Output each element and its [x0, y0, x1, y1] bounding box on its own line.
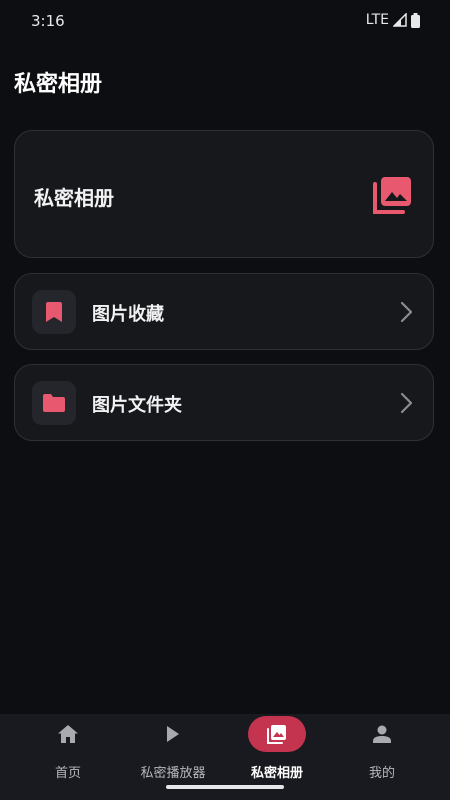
folder-icon: [43, 394, 65, 412]
page-title: 私密相册: [14, 72, 103, 97]
image-folder-row[interactable]: 图片文件夹: [14, 364, 434, 441]
nav-label-private-album: 私密相册: [250, 766, 303, 781]
bookmark-icon: [46, 302, 62, 322]
network-type: LTE: [365, 12, 389, 28]
battery-icon: [411, 12, 420, 28]
nav-label-me: 我的: [368, 766, 395, 781]
bookmark-icon-box: [32, 290, 76, 334]
photo-library-icon-wrap: [248, 716, 306, 752]
image-folder-label: 图片文件夹: [92, 395, 182, 416]
private-album-card[interactable]: 私密相册: [14, 130, 434, 258]
photo-library-icon: [373, 177, 411, 214]
nav-label-home: 首页: [54, 766, 81, 781]
play-icon-wrap: [144, 716, 202, 752]
chevron-right-icon: [400, 392, 413, 414]
private-album-label: 私密相册: [34, 186, 114, 210]
person-icon: [373, 725, 391, 743]
status-bar: 3:16 LTE: [0, 0, 450, 44]
home-icon: [58, 725, 78, 743]
image-favorites-row[interactable]: 图片收藏: [14, 273, 434, 350]
home-indicator[interactable]: [166, 785, 284, 789]
folder-icon-box: [32, 381, 76, 425]
home-icon-wrap: [39, 716, 97, 752]
signal-icon: [393, 13, 407, 27]
status-time: 3:16: [31, 12, 65, 30]
nav-tab-player[interactable]: 私密播放器: [117, 714, 229, 784]
nav-tab-private-album[interactable]: 私密相册: [221, 714, 333, 784]
play-icon: [167, 726, 179, 742]
photo-library-icon: [267, 725, 286, 744]
nav-tab-home[interactable]: 首页: [12, 714, 124, 784]
person-icon-wrap: [353, 716, 411, 752]
nav-label-player: 私密播放器: [140, 766, 206, 781]
image-favorites-label: 图片收藏: [92, 304, 164, 325]
status-indicators: LTE: [366, 12, 420, 28]
chevron-right-icon: [400, 301, 413, 323]
nav-tab-me[interactable]: 我的: [326, 714, 438, 784]
